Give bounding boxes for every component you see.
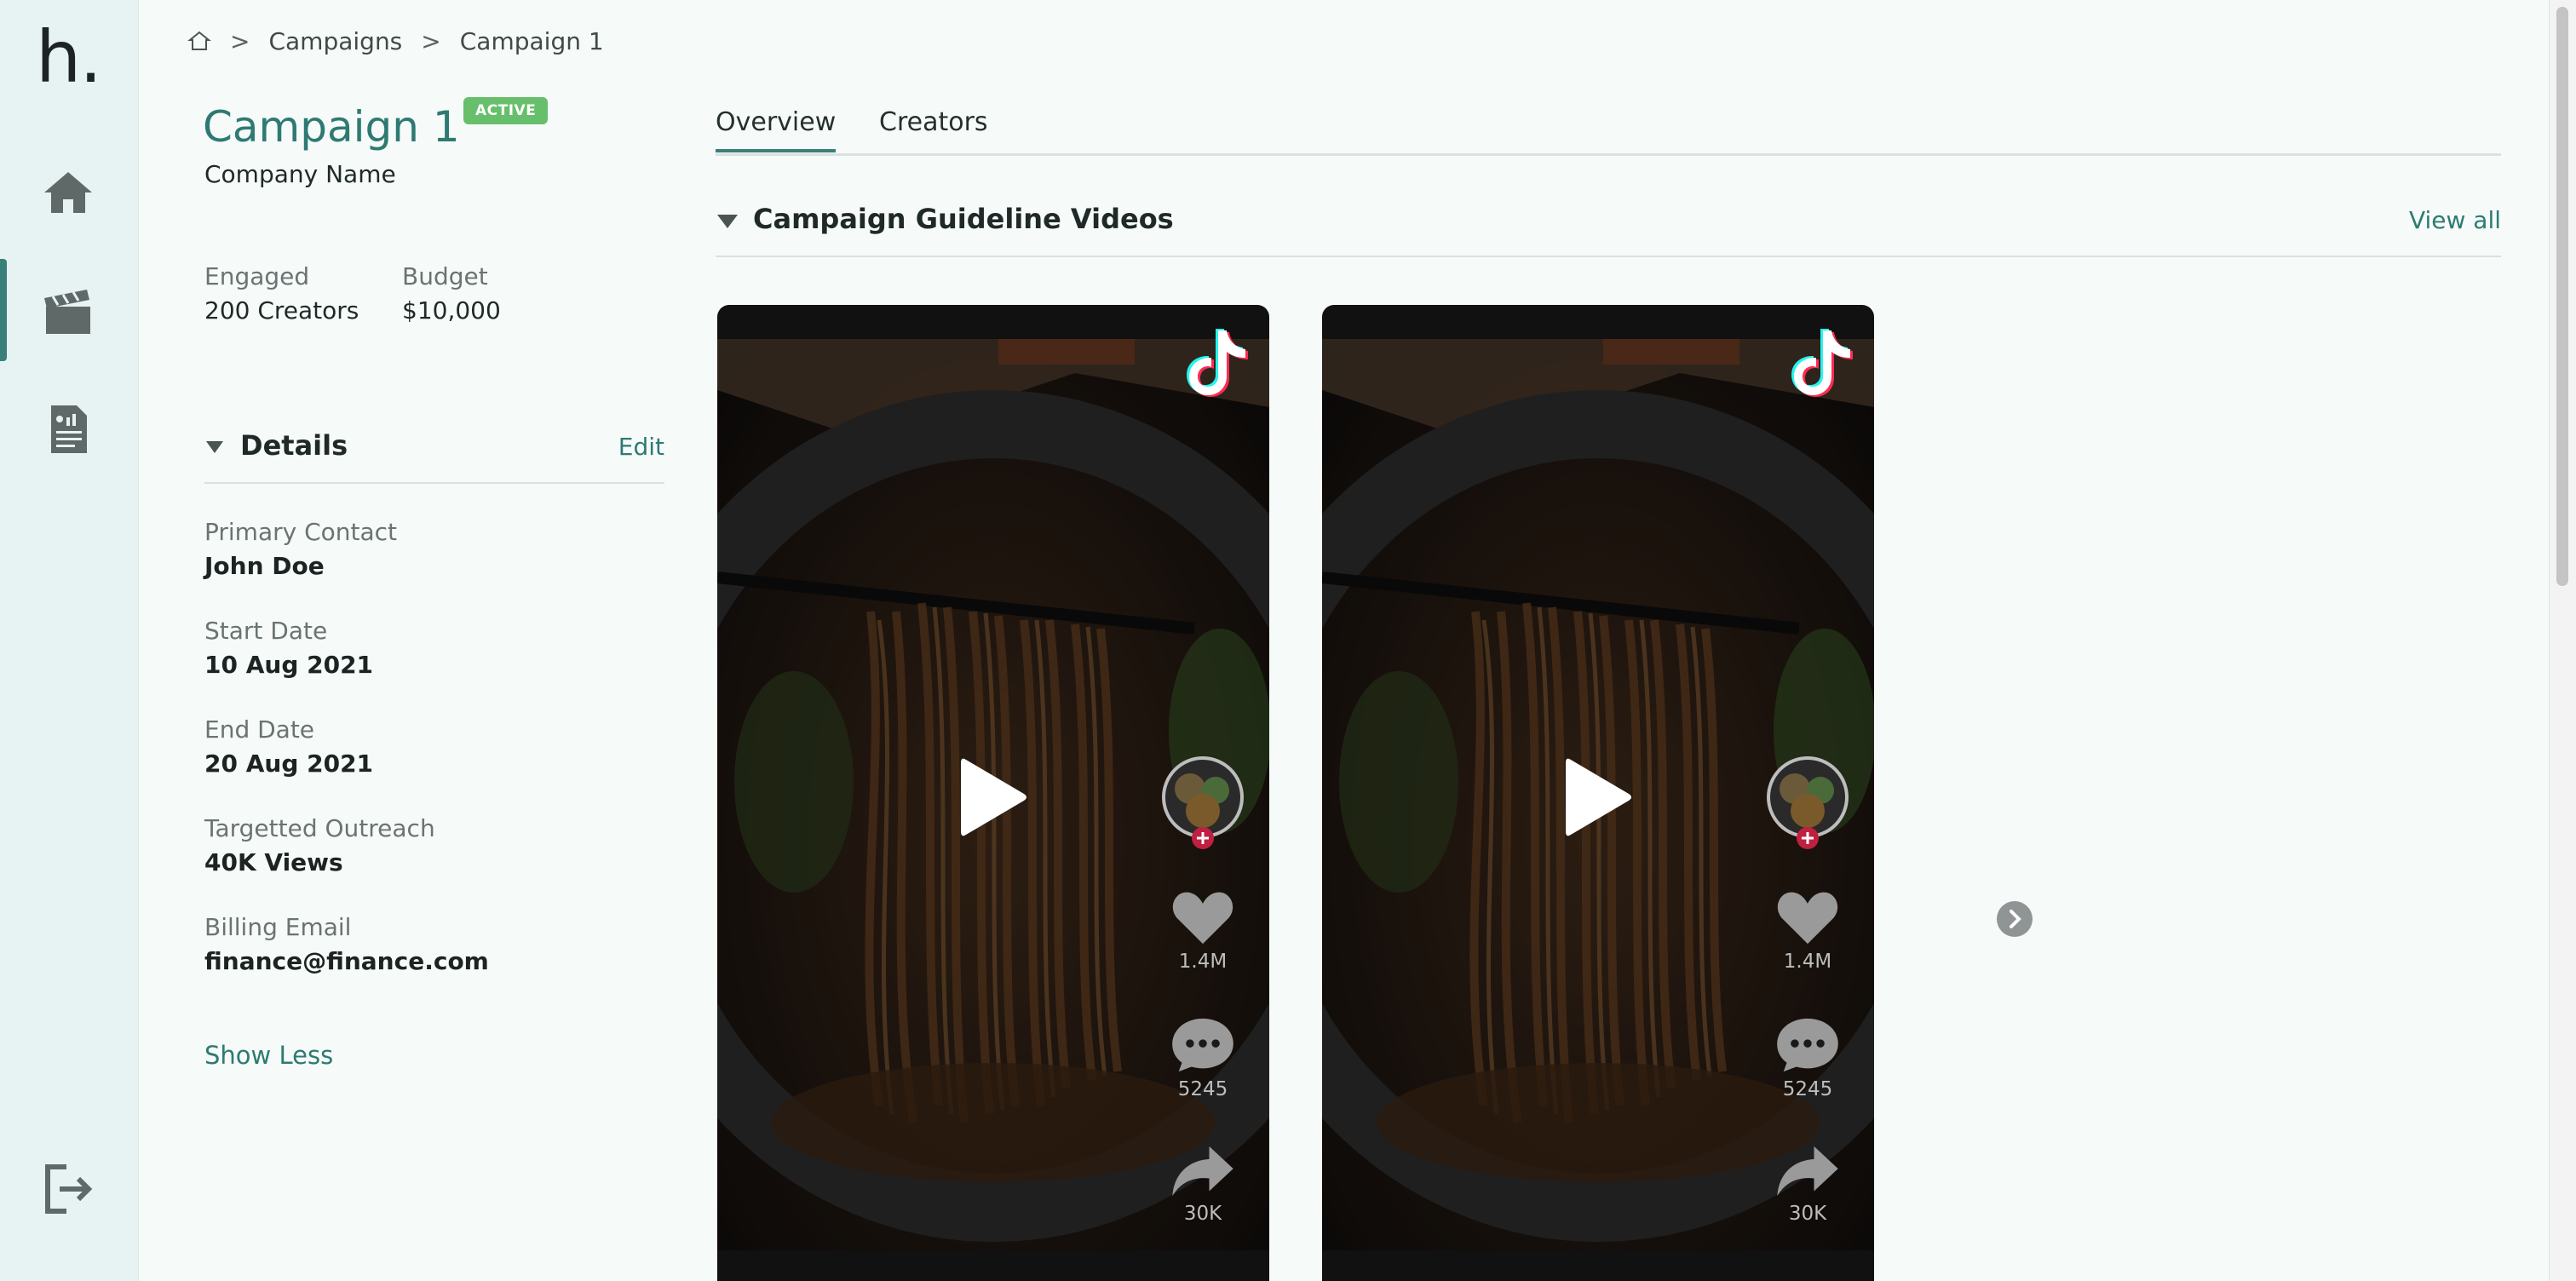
- field-label-billing-email: Billing Email: [204, 913, 352, 941]
- like-count: 1.4M: [1783, 951, 1832, 973]
- comment-icon: [1172, 1018, 1233, 1072]
- tab-creators[interactable]: Creators: [879, 107, 988, 149]
- field-label-primary-contact: Primary Contact: [204, 518, 398, 546]
- creator-avatar[interactable]: [1160, 756, 1245, 850]
- caret-down-icon[interactable]: [717, 215, 738, 228]
- video-card[interactable]: 1.4M 5245 30K: [1322, 305, 1874, 1281]
- comment-action[interactable]: 5245: [1159, 1017, 1247, 1100]
- comment-count: 5245: [1782, 1078, 1833, 1100]
- sidebar-item-reports[interactable]: [0, 376, 138, 479]
- scrollbar[interactable]: [2549, 0, 2576, 1281]
- view-all-link[interactable]: View all: [2409, 206, 2501, 234]
- breadcrumb: > Campaigns > Campaign 1: [187, 24, 604, 58]
- field-label-outreach: Targetted Outreach: [204, 814, 435, 842]
- field-label-start-date: Start Date: [204, 617, 328, 645]
- guideline-videos-header: Campaign Guideline Videos View all: [716, 199, 2501, 257]
- creator-avatar[interactable]: [1765, 756, 1850, 850]
- field-value-billing-email: finance@finance.com: [204, 947, 489, 975]
- sidebar: h.: [0, 0, 139, 1281]
- tab-overview[interactable]: Overview: [716, 107, 837, 152]
- breadcrumb-separator: >: [421, 26, 441, 55]
- carousel-next-button[interactable]: [1997, 901, 2033, 937]
- field-value-outreach: 40K Views: [204, 848, 343, 876]
- engaged-label: Engaged: [204, 262, 310, 290]
- active-indicator: [0, 259, 7, 361]
- show-less-link[interactable]: Show Less: [204, 1041, 333, 1070]
- clapperboard-icon: [44, 290, 90, 334]
- status-badge: ACTIVE: [463, 97, 549, 124]
- share-icon: [1172, 1146, 1233, 1197]
- video-card[interactable]: 1.4M 5245 30K: [717, 305, 1269, 1281]
- play-icon[interactable]: [1562, 755, 1634, 840]
- chevron-right-icon: [2010, 910, 2021, 928]
- main-content: > Campaigns > Campaign 1 Campaign 1 ACTI…: [138, 0, 2549, 1281]
- edit-details-link[interactable]: Edit: [618, 433, 664, 461]
- report-icon: [51, 405, 87, 453]
- share-count: 30K: [1788, 1203, 1827, 1225]
- scrollbar-thumb[interactable]: [2556, 7, 2568, 586]
- page-title: Campaign 1: [203, 102, 460, 152]
- logout-icon: [45, 1164, 93, 1214]
- comment-icon: [1777, 1018, 1838, 1072]
- avatar: [1162, 756, 1244, 849]
- share-icon: [1777, 1146, 1838, 1197]
- tiktok-icon: [1187, 329, 1248, 397]
- tab-bar: Overview Creators: [716, 101, 2501, 156]
- share-action[interactable]: 30K: [1763, 1145, 1852, 1225]
- sidebar-item-home[interactable]: [0, 140, 138, 242]
- company-name: Company Name: [204, 160, 396, 188]
- breadcrumb-separator: >: [230, 26, 250, 55]
- comment-count: 5245: [1177, 1078, 1228, 1100]
- field-label-end-date: End Date: [204, 715, 315, 744]
- section-title: Campaign Guideline Videos: [753, 203, 1174, 235]
- share-action[interactable]: 30K: [1159, 1145, 1247, 1225]
- app-logo[interactable]: h.: [36, 10, 102, 104]
- play-icon[interactable]: [957, 755, 1029, 840]
- logout-button[interactable]: [0, 1136, 138, 1238]
- field-value-primary-contact: John Doe: [204, 552, 325, 580]
- like-action[interactable]: 1.4M: [1763, 889, 1852, 973]
- breadcrumb-item-current: Campaign 1: [459, 26, 604, 55]
- home-icon[interactable]: [187, 29, 211, 53]
- budget-value: $10,000: [402, 296, 501, 325]
- field-value-start-date: 10 Aug 2021: [204, 651, 374, 679]
- home-icon: [44, 172, 92, 213]
- share-count: 30K: [1183, 1203, 1222, 1225]
- engaged-value: 200 Creators: [204, 296, 359, 325]
- details-title[interactable]: Details: [240, 429, 348, 462]
- like-count: 1.4M: [1178, 951, 1228, 973]
- comment-action[interactable]: 5245: [1763, 1017, 1852, 1100]
- sidebar-item-campaigns[interactable]: [0, 259, 138, 361]
- field-value-end-date: 20 Aug 2021: [204, 750, 374, 778]
- budget-label: Budget: [402, 262, 488, 290]
- heart-icon: [1172, 892, 1233, 945]
- breadcrumb-item-campaigns[interactable]: Campaigns: [268, 27, 402, 55]
- details-header: Details Edit: [204, 426, 664, 484]
- heart-icon: [1777, 892, 1838, 945]
- like-action[interactable]: 1.4M: [1159, 889, 1247, 973]
- avatar: [1767, 756, 1849, 849]
- tiktok-icon: [1791, 329, 1853, 397]
- caret-down-icon[interactable]: [206, 441, 223, 453]
